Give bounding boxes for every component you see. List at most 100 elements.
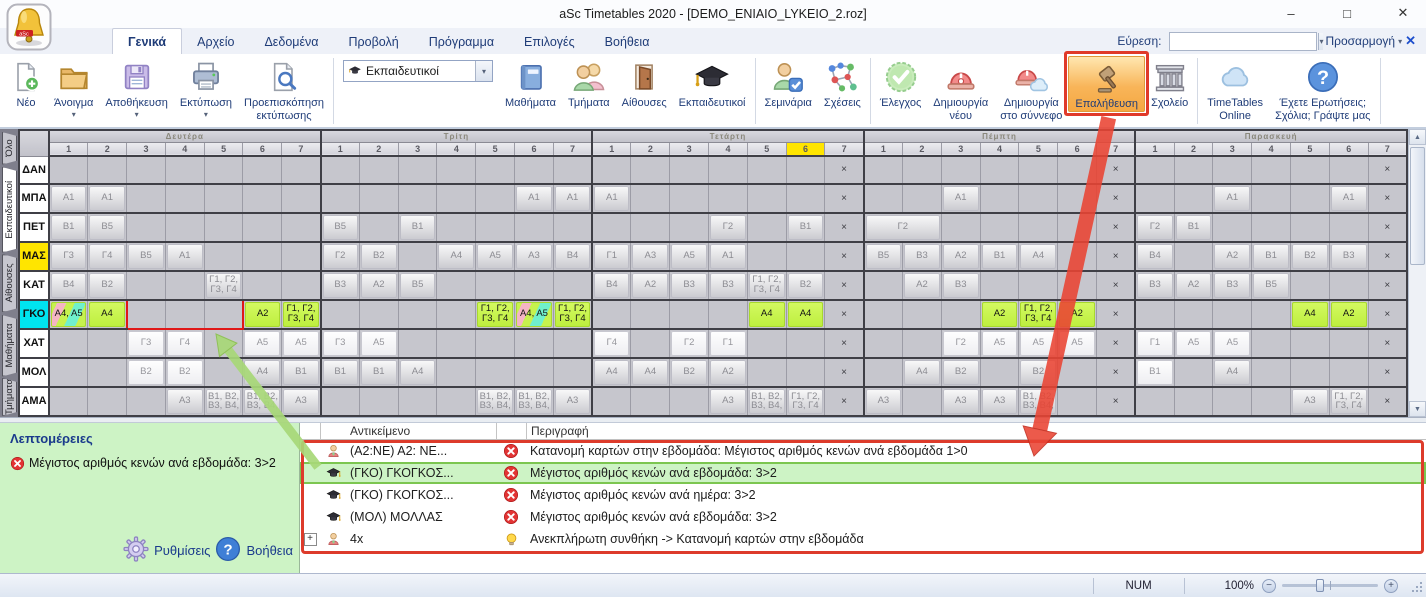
- school-button[interactable]: Σχολείο: [1145, 56, 1194, 110]
- settings-button[interactable]: Ρυθμίσεις: [154, 543, 210, 558]
- period-header[interactable]: 7: [282, 142, 321, 156]
- timetable-cell[interactable]: [592, 300, 631, 329]
- timetable-cell[interactable]: ×: [1097, 156, 1136, 184]
- timetable-cell[interactable]: [1135, 184, 1174, 213]
- timetable-cell[interactable]: [670, 213, 709, 242]
- timetable-cell[interactable]: [1174, 300, 1213, 329]
- timetable-cell[interactable]: Β1, Β2, Β3, Β4,: [747, 387, 786, 416]
- timetable-cell[interactable]: [631, 156, 670, 184]
- lesson-card[interactable]: Γ1: [594, 244, 629, 269]
- timetable-cell[interactable]: Α1: [592, 184, 631, 213]
- timetable-cell[interactable]: [941, 213, 980, 242]
- lesson-card[interactable]: Β2: [89, 273, 125, 298]
- timetable-cell[interactable]: [553, 329, 592, 358]
- help-button[interactable]: Βοήθεια: [246, 543, 293, 558]
- timetable-cell[interactable]: [321, 387, 360, 416]
- lesson-card[interactable]: Α5: [1020, 331, 1056, 356]
- timetable-cell[interactable]: [165, 184, 204, 213]
- timetable-cell[interactable]: Α5: [243, 329, 282, 358]
- period-header[interactable]: 7: [553, 142, 592, 156]
- lesson-card[interactable]: Α5: [283, 331, 318, 356]
- print-dropdown-icon[interactable]: ▾: [204, 111, 208, 119]
- timetable-cell[interactable]: [631, 184, 670, 213]
- timetable-cell[interactable]: ×: [1097, 358, 1136, 387]
- customize-close-icon[interactable]: ✕: [1405, 33, 1416, 49]
- timetable-cell[interactable]: Α5: [359, 329, 398, 358]
- timetable-cell[interactable]: [903, 184, 942, 213]
- timetable-cell[interactable]: Α2: [903, 271, 942, 300]
- timetable-cell[interactable]: [1174, 242, 1213, 271]
- period-header[interactable]: 5: [1291, 142, 1330, 156]
- timetable-cell[interactable]: [515, 271, 554, 300]
- lesson-card[interactable]: Α3: [710, 389, 746, 414]
- timetable-cell[interactable]: [476, 358, 515, 387]
- timetable-cell[interactable]: Α3: [515, 242, 554, 271]
- timetable-cell[interactable]: ×: [825, 329, 864, 358]
- lesson-card[interactable]: Β1, Β2, Β3, Β4,: [206, 389, 242, 414]
- timetable-cell[interactable]: [1058, 271, 1097, 300]
- timetable-cell[interactable]: [903, 329, 942, 358]
- lesson-card[interactable]: Α2: [904, 273, 940, 298]
- row-label[interactable]: ΧΑΤ: [19, 329, 49, 358]
- lesson-card[interactable]: Β2: [1020, 360, 1056, 385]
- timetable-cell[interactable]: Γ1, Γ2, Γ3, Γ4: [282, 300, 321, 329]
- timetable-cell[interactable]: [282, 213, 321, 242]
- lesson-card[interactable]: Β1, Β2, Β3, Β4,: [516, 389, 552, 414]
- lesson-card[interactable]: Β1, Β2, Β3, Β4,: [1020, 389, 1056, 414]
- timetable-cell[interactable]: Β1: [1135, 358, 1174, 387]
- period-header[interactable]: 3: [398, 142, 437, 156]
- timetable-cell[interactable]: Α2: [980, 300, 1019, 329]
- lesson-card[interactable]: Α4: [749, 302, 785, 327]
- scroll-down-icon[interactable]: ▼: [1409, 401, 1426, 417]
- view-tab-teachers[interactable]: Εκπαιδευτικοί: [2, 167, 17, 253]
- lesson-card[interactable]: Β1: [1137, 360, 1172, 385]
- lesson-card[interactable]: Α4: [788, 302, 824, 327]
- timetable-cell[interactable]: [786, 156, 825, 184]
- timetable-cell[interactable]: [437, 329, 476, 358]
- lesson-card[interactable]: Α5: [671, 244, 707, 269]
- timetable-cell[interactable]: [398, 156, 437, 184]
- timetable-cell[interactable]: [515, 213, 554, 242]
- timetable-cell[interactable]: ×: [1097, 329, 1136, 358]
- timetable-cell[interactable]: Α2: [1174, 271, 1213, 300]
- lesson-card[interactable]: Γ2: [1137, 215, 1172, 240]
- timetable-cell[interactable]: [1019, 213, 1058, 242]
- timetable-cell[interactable]: [359, 213, 398, 242]
- issue-row[interactable]: +4xΑνεκπλήρωτη συνθήκη -> Κατανομή καρτώ…: [300, 528, 1426, 550]
- lesson-card[interactable]: Β1, Β2, Β3, Β4,: [477, 389, 513, 414]
- timetable-cell[interactable]: Β4: [592, 271, 631, 300]
- timetable-cell[interactable]: Β2: [670, 358, 709, 387]
- timetable-cell[interactable]: Β1, Β2, Β3, Β4,: [243, 387, 282, 416]
- lesson-card[interactable]: Α3: [1292, 389, 1328, 414]
- verify-button[interactable]: Επαλήθευση: [1068, 56, 1145, 112]
- lesson-card[interactable]: Β4: [555, 244, 590, 269]
- timetable-cell[interactable]: Β5: [398, 271, 437, 300]
- lesson-card[interactable]: Α1: [89, 186, 125, 211]
- lesson-card[interactable]: Γ3: [323, 331, 358, 356]
- lesson-card[interactable]: Γ1, Γ2, Γ3, Γ4: [283, 302, 318, 327]
- timetable-cell[interactable]: Α4: [1019, 242, 1058, 271]
- timetable-cell[interactable]: Β2: [1019, 358, 1058, 387]
- timetable-cell[interactable]: Β4: [49, 271, 88, 300]
- timetable-cell[interactable]: [476, 213, 515, 242]
- timetable-cell[interactable]: [88, 329, 127, 358]
- timetable-cell[interactable]: [321, 156, 360, 184]
- period-header[interactable]: 6: [1329, 142, 1368, 156]
- timetable-cell[interactable]: Α1: [553, 184, 592, 213]
- row-label[interactable]: ΠΕΤ: [19, 213, 49, 242]
- timetable-cell[interactable]: Β5: [321, 213, 360, 242]
- timetable-cell[interactable]: ×: [825, 184, 864, 213]
- lesson-card[interactable]: Β5: [323, 215, 358, 240]
- timetable-cell[interactable]: [165, 271, 204, 300]
- lesson-card[interactable]: Α4: [904, 360, 940, 385]
- timetable-cell[interactable]: ×: [1368, 358, 1407, 387]
- timetable-cell[interactable]: Α3: [165, 387, 204, 416]
- close-button[interactable]: ✕: [1388, 2, 1418, 24]
- timetable-cell[interactable]: [398, 300, 437, 329]
- timetable-cell[interactable]: [49, 329, 88, 358]
- timetable-cell[interactable]: [1213, 387, 1252, 416]
- timetable-cell[interactable]: [437, 184, 476, 213]
- check-button[interactable]: Έλεγχος: [874, 56, 927, 110]
- timetable-cell[interactable]: [1174, 358, 1213, 387]
- timetable-cell[interactable]: [747, 329, 786, 358]
